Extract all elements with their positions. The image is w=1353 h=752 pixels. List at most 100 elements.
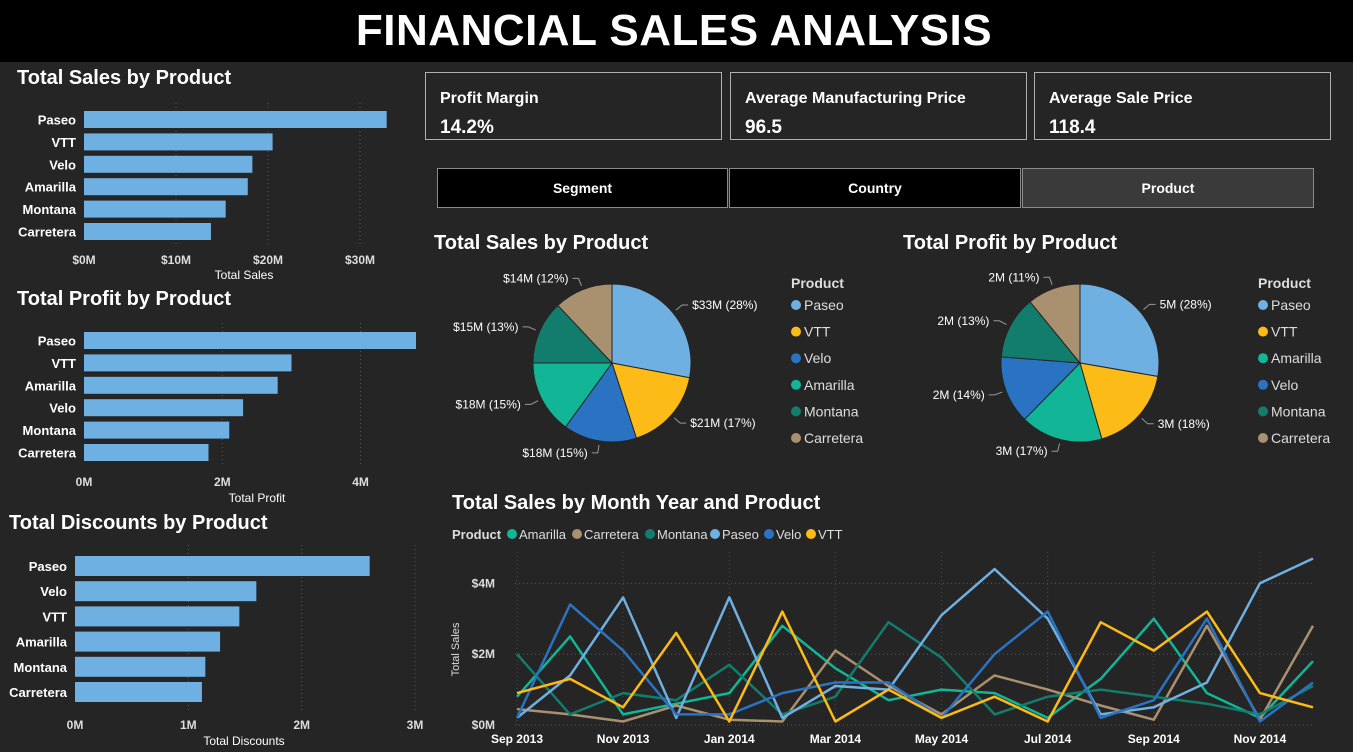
bar — [75, 631, 221, 652]
legend-item: Amarilla — [1271, 350, 1322, 366]
pie-data-label: 2M (14%) — [933, 388, 985, 402]
legend-marker — [791, 300, 801, 310]
x-tick-label: 0M — [67, 718, 84, 732]
x-tick-label: $30M — [345, 253, 375, 267]
legend-marker — [1258, 353, 1268, 364]
pie-data-label: $15M (13%) — [453, 320, 518, 334]
legend-item: Carretera — [1271, 430, 1330, 446]
kpi-card-avg-manufacturing-price: Average Manufacturing Price 96.5 — [730, 72, 1027, 140]
bar — [84, 376, 278, 394]
bar — [84, 178, 248, 196]
discount-bar-chart: Paseo Velo VTT Amarilla Montana Carretera 0M 1M… — [9, 545, 423, 748]
sales-pie-title: Total Sales by Product — [434, 232, 649, 254]
legend-marker — [1258, 406, 1268, 417]
legend-marker — [791, 326, 801, 337]
x-tick-label: $10M — [161, 253, 191, 267]
x-tick-label: Jul 2014 — [1024, 732, 1072, 746]
legend-item: Carretera — [584, 527, 640, 542]
pie-slice — [1079, 283, 1160, 378]
legend-marker — [791, 406, 801, 417]
legend-item: VTT — [804, 324, 831, 340]
bar-category-label: Velo — [40, 584, 67, 599]
y-tick-label: $2M — [472, 647, 495, 661]
y-axis-label: Total Sales — [450, 622, 462, 676]
legend-item: Amarilla — [804, 377, 855, 393]
pie-leader-line — [1141, 418, 1154, 425]
legend-marker — [791, 379, 801, 390]
discount-bar-title: Total Discounts by Product — [9, 512, 268, 534]
legend-title: Product — [791, 275, 844, 291]
x-tick-label: 1M — [180, 718, 197, 732]
bar-category-label: Carretera — [18, 446, 77, 461]
bar — [75, 656, 206, 677]
x-tick-label: 4M — [352, 475, 369, 489]
sales-bar-title: Total Sales by Product — [17, 67, 232, 89]
bar-category-label: VTT — [42, 609, 67, 624]
page-title: FINANCIAL SALES ANALYSIS — [355, 6, 993, 55]
bar-category-label: Amarilla — [25, 180, 77, 195]
pie-data-label: 2M (13%) — [937, 314, 989, 328]
tab-segment[interactable]: Segment — [437, 168, 728, 208]
legend-item: Montana — [657, 527, 708, 542]
bar-category-label: Montana — [23, 202, 77, 217]
bar — [84, 421, 230, 439]
bar — [84, 111, 387, 128]
x-tick-label: May 2014 — [915, 732, 969, 746]
bar — [75, 682, 202, 702]
pie-data-label: $21M (17%) — [690, 416, 755, 430]
bar — [84, 155, 253, 173]
legend-marker — [791, 353, 801, 364]
pie-leader-line — [572, 277, 582, 287]
profit-pie-title: Total Profit by Product — [903, 232, 1118, 254]
bar-category-label: Paseo — [38, 113, 76, 128]
legend-marker — [710, 529, 720, 539]
pie-leader-line — [1051, 443, 1061, 452]
bar-category-label: Montana — [23, 423, 77, 438]
legend-marker — [791, 433, 801, 443]
legend-item: Montana — [1271, 403, 1326, 419]
pie-data-label: $33M (28%) — [692, 298, 757, 312]
bar — [84, 332, 416, 349]
kpi-value: 118.4 — [1049, 117, 1096, 138]
x-tick-label: Mar 2014 — [810, 732, 862, 746]
x-tick-label: Nov 2014 — [1234, 732, 1287, 746]
pie-slice — [611, 283, 692, 379]
bar-category-label: Montana — [14, 660, 68, 675]
legend-title: Product — [452, 527, 502, 542]
bar — [84, 133, 273, 151]
sales-bar-chart: Paseo VTT Velo Amarilla Montana Carretera $0M $… — [18, 103, 387, 282]
tab-country[interactable]: Country — [729, 168, 1021, 208]
tab-product[interactable]: Product — [1022, 168, 1314, 208]
pie-leader-line — [1043, 276, 1053, 285]
x-axis-label: Total Sales — [215, 268, 274, 282]
kpi-value: 14.2% — [440, 117, 494, 138]
sales-pie-chart: $33M (28%) $21M (17%) $18M (15%) $18M (15%)… — [453, 271, 863, 460]
page-header: FINANCIAL SALES ANALYSIS — [0, 0, 1353, 62]
legend-item: Paseo — [722, 527, 759, 542]
legend-marker — [806, 529, 816, 539]
pie-data-label: $18M (15%) — [522, 446, 587, 460]
legend-item: VTT — [818, 527, 843, 542]
pie-leader-line — [1143, 303, 1156, 310]
pie-data-label: $14M (12%) — [503, 271, 568, 285]
bar-category-label: Paseo — [38, 334, 76, 349]
profit-bar-title: Total Profit by Product — [17, 288, 232, 310]
legend-marker — [1258, 433, 1268, 443]
pie-leader-line — [524, 400, 539, 405]
legend-item: Paseo — [804, 297, 844, 313]
legend-item: VTT — [1271, 324, 1298, 340]
bar — [84, 354, 292, 372]
legend-title: Product — [1258, 275, 1311, 291]
legend-item: Paseo — [1271, 297, 1311, 313]
bar-category-label: VTT — [51, 356, 76, 371]
x-tick-label: 2M — [293, 718, 310, 732]
legend-marker — [1258, 326, 1268, 337]
legend-item: Velo — [804, 350, 831, 366]
bar — [84, 444, 209, 461]
x-tick-label: $0M — [72, 253, 95, 267]
x-axis-label: Total Profit — [229, 491, 286, 505]
bar-category-label: Velo — [49, 157, 76, 172]
y-tick-label: $0M — [472, 718, 495, 732]
pie-leader-line — [993, 320, 1007, 325]
pie-leader-line — [675, 304, 689, 311]
